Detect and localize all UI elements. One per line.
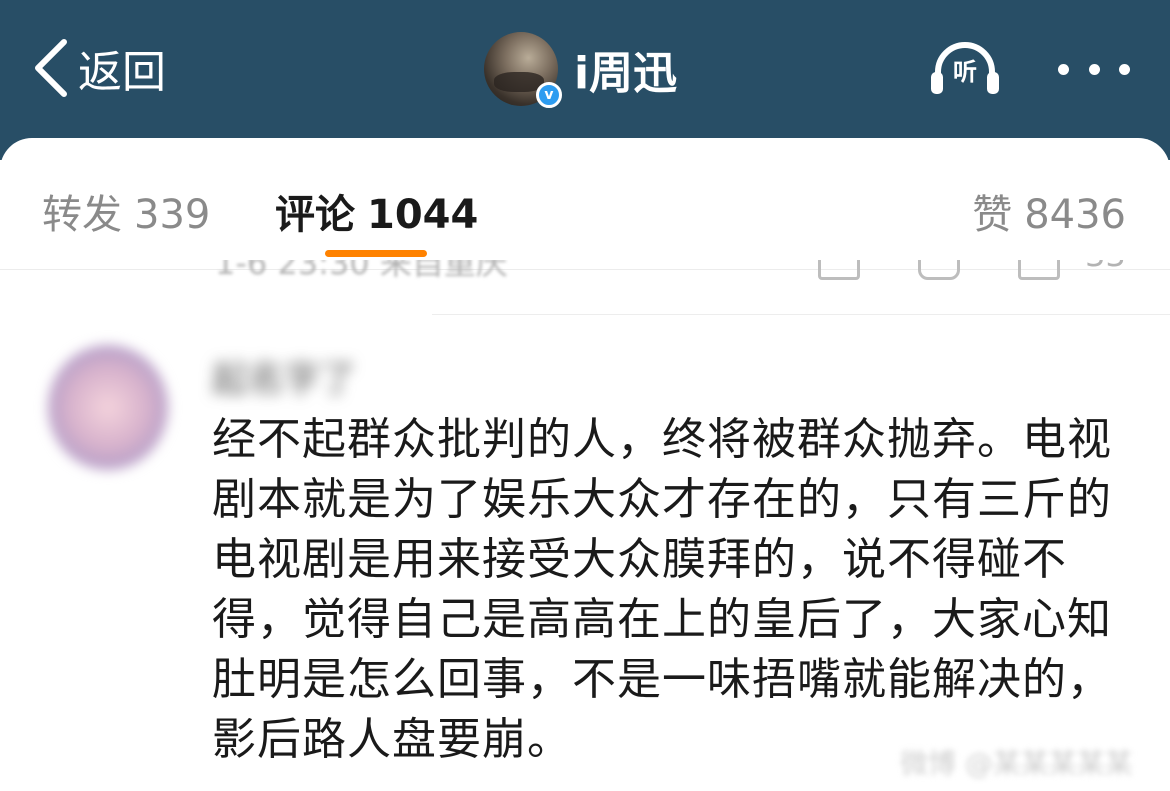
verified-badge-icon: v xyxy=(536,82,562,108)
chevron-left-icon xyxy=(35,39,67,97)
comment-text: 经不起群众批判的人，终将被群众抛弃。电视剧本就是为了娱乐大众才存在的，只有三斤的… xyxy=(212,414,1112,765)
post-like-count: 33 xyxy=(1085,260,1126,274)
commenter-name[interactable]: 起名字了 xyxy=(212,350,356,402)
divider xyxy=(432,314,1170,315)
post-meta-text: 1-6 23:30 来自重庆 xyxy=(215,260,508,282)
profile-header[interactable]: v i周迅 xyxy=(484,32,677,108)
commenter-avatar[interactable] xyxy=(48,345,168,470)
tab-repost-label: 转发 xyxy=(42,192,122,238)
tab-comment[interactable]: 评论 1044 xyxy=(275,182,478,240)
tab-comment-label: 评论 xyxy=(275,192,355,238)
active-tab-indicator xyxy=(325,250,427,257)
tab-like-count: 8436 xyxy=(1024,192,1126,238)
tab-repost-count: 339 xyxy=(134,192,211,238)
post-meta-row: 1-6 23:30 来自重庆 33 xyxy=(0,260,1170,290)
listen-label: 听 xyxy=(953,58,977,86)
dot-icon xyxy=(1088,63,1100,75)
dot-icon xyxy=(1058,63,1069,75)
dot-icon xyxy=(1119,63,1130,75)
comment-icon[interactable] xyxy=(918,260,960,280)
tab-repost[interactable]: 转发 339 xyxy=(42,182,210,240)
back-label: 返回 xyxy=(78,47,166,98)
tab-bar: 转发 339 评论 1044 赞 8436 xyxy=(0,138,1170,270)
avatar[interactable]: v xyxy=(484,32,562,108)
username[interactable]: i周迅 xyxy=(574,37,677,101)
tab-like-label: 赞 xyxy=(972,192,1013,238)
tab-comment-count: 1044 xyxy=(367,192,479,238)
more-options-button[interactable] xyxy=(1058,56,1130,82)
listen-button[interactable]: 听 xyxy=(928,38,1002,98)
navigation-bar: 返回 v i周迅 听 xyxy=(0,0,1170,160)
back-button[interactable]: 返回 xyxy=(30,36,166,100)
watermark: 微博 @某某某某某 xyxy=(900,747,1133,780)
repost-icon[interactable] xyxy=(818,260,860,280)
tab-like[interactable]: 赞 8436 xyxy=(972,182,1126,240)
like-icon[interactable] xyxy=(1018,260,1060,280)
